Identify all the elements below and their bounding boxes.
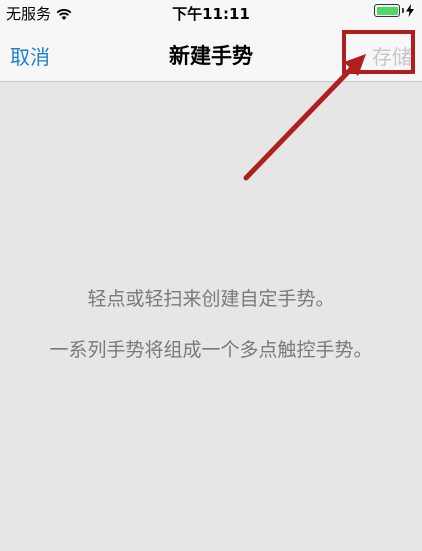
status-bar: 无服务 下午11:11 [0, 0, 422, 24]
charging-bolt-icon [406, 4, 414, 17]
annotation-arrow [243, 54, 366, 181]
battery-body [374, 4, 400, 17]
annotation-highlight-box [342, 30, 415, 74]
gesture-hint-line-1: 轻点或轻扫来创建自定手势。 [87, 288, 335, 310]
battery-icon [374, 4, 414, 17]
battery-fill [376, 6, 398, 15]
battery-tip [402, 8, 404, 13]
status-time: 下午11:11 [172, 5, 250, 23]
gesture-hint-line-2: 一系列手势将组成一个多点触控手势。 [49, 339, 373, 361]
